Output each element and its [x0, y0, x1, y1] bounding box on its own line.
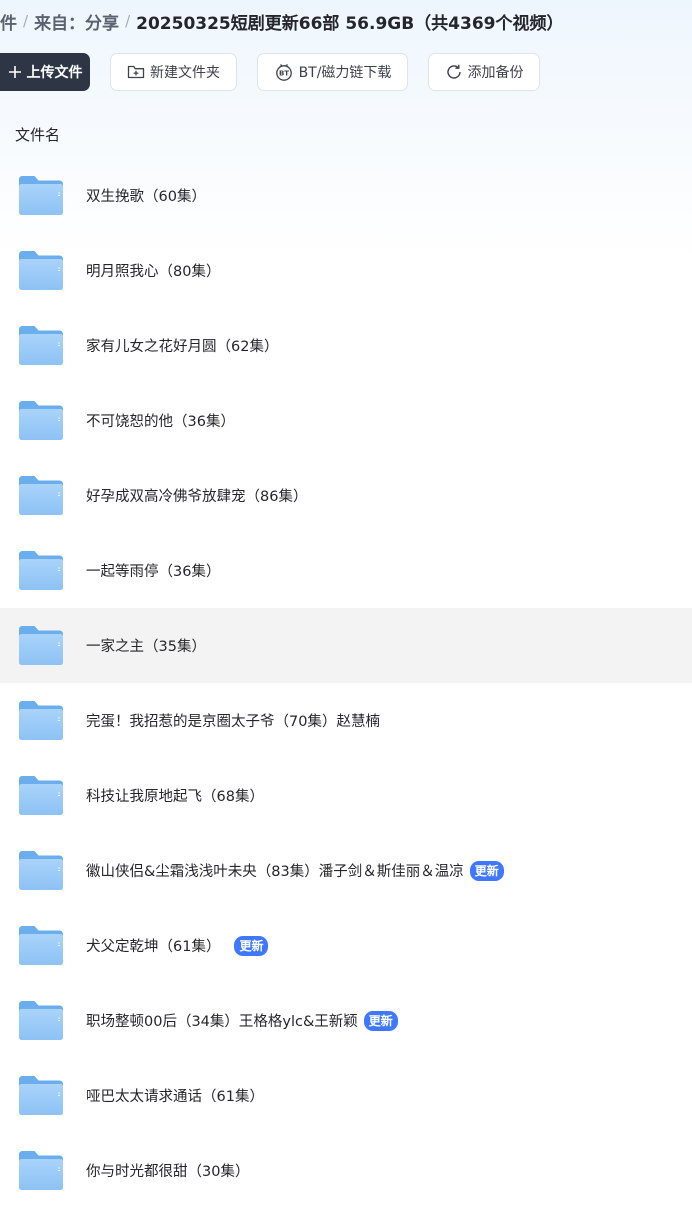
folder-name[interactable]: 一家之主（35集） [86, 635, 206, 656]
folder-name[interactable]: 你与时光都很甜（30集） [86, 1160, 249, 1181]
file-name-cell: 一起等雨停（36集） [86, 533, 220, 608]
file-list-row[interactable]: 你与时光都很甜（30集） [0, 1133, 692, 1208]
folder-icon [18, 474, 64, 516]
file-list-row[interactable]: 科技让我原地起飞（68集） [0, 758, 692, 833]
file-name-cell: 完蛋！我招惹的是京圈太子爷（70集）赵慧楠 [86, 683, 380, 758]
add-backup-button[interactable]: 添加备份 [428, 53, 540, 91]
new-folder-label: 新建文件夹 [150, 65, 220, 81]
folder-name[interactable]: 好孕成双高冷佛爷放肆宠（86集） [86, 485, 307, 506]
folder-name[interactable]: 职场整顿00后（34集）王格格ylc&王新颖 [86, 1010, 358, 1031]
file-list-row[interactable]: 职场整顿00后（34集）王格格ylc&王新颖 更新 [0, 983, 692, 1058]
file-name-cell: 你与时光都很甜（30集） [86, 1133, 249, 1208]
breadcrumb-item-shared[interactable]: 来自：分享 [34, 9, 119, 34]
folder-name[interactable]: 双生挽歌（60集） [86, 185, 206, 206]
folder-icon [18, 324, 64, 366]
file-name-cell: 家有儿女之花好月圆（62集） [86, 308, 278, 383]
file-list-row[interactable]: 一起等雨停（36集） [0, 533, 692, 608]
file-list-row[interactable]: 徽山侠侣&尘霜浅浅叶未央（83集）潘子剑＆斯佳丽＆温凉 更新 [0, 833, 692, 908]
file-name-cell: 科技让我原地起飞（68集） [86, 758, 264, 833]
folder-name[interactable]: 一起等雨停（36集） [86, 560, 220, 581]
file-list-row[interactable]: 一家之主（35集） [0, 608, 692, 683]
file-name-cell: 明月照我心（80集） [86, 233, 220, 308]
folder-icon [18, 1074, 64, 1116]
file-list-row[interactable]: 犬父定乾坤（61集） 更新 [0, 908, 692, 983]
breadcrumb-separator: / [23, 12, 29, 30]
file-list: 双生挽歌（60集） 明月照我心（80集） 家有儿女之花好月圆（62集） 不可饶恕的他（… [0, 158, 692, 1208]
update-badge: 更新 [234, 935, 269, 956]
folder-name[interactable]: 不可饶恕的他（36集） [86, 410, 235, 431]
file-list-row[interactable]: 明月照我心（80集） [0, 233, 692, 308]
file-name-cell: 一家之主（35集） [86, 608, 206, 683]
breadcrumb: 件 / 来自：分享 / 20250325短剧更新66部 56.9GB（共4369… [0, 8, 564, 34]
file-list-row[interactable]: 不可饶恕的他（36集） [0, 383, 692, 458]
breadcrumb-item-files[interactable]: 件 [0, 9, 17, 34]
file-name-cell: 徽山侠侣&尘霜浅浅叶未央（83集）潘子剑＆斯佳丽＆温凉 更新 [86, 833, 504, 908]
file-list-row[interactable]: 哑巴太太请求通话（61集） [0, 1058, 692, 1133]
file-list-row[interactable]: 完蛋！我招惹的是京圈太子爷（70集）赵慧楠 [0, 683, 692, 758]
folder-icon [18, 1149, 64, 1191]
file-list-row[interactable]: 家有儿女之花好月圆（62集） [0, 308, 692, 383]
folder-icon [18, 774, 64, 816]
svg-text:BT: BT [279, 70, 289, 78]
file-name-cell: 不可饶恕的他（36集） [86, 383, 235, 458]
folder-icon [18, 849, 64, 891]
folder-name[interactable]: 家有儿女之花好月圆（62集） [86, 335, 278, 356]
folder-name[interactable]: 徽山侠侣&尘霜浅浅叶未央（83集）潘子剑＆斯佳丽＆温凉 [86, 860, 464, 881]
file-name-cell: 职场整顿00后（34集）王格格ylc&王新颖 更新 [86, 983, 398, 1058]
folder-icon [18, 249, 64, 291]
bt-download-label: BT/磁力链下载 [298, 65, 392, 81]
folder-name[interactable]: 科技让我原地起飞（68集） [86, 785, 264, 806]
file-name-cell: 双生挽歌（60集） [86, 158, 206, 233]
folder-plus-icon [127, 64, 145, 80]
update-badge: 更新 [469, 860, 504, 881]
bt-magnet-download-button[interactable]: BT BT/磁力链下载 [257, 53, 408, 91]
folder-icon [18, 549, 64, 591]
new-folder-button[interactable]: 新建文件夹 [110, 53, 237, 91]
add-backup-label: 添加备份 [467, 65, 524, 81]
bt-icon: BT [274, 63, 294, 81]
file-name-cell: 哑巴太太请求通话（61集） [86, 1058, 264, 1133]
upload-file-button[interactable]: 上传文件 [0, 53, 90, 91]
breadcrumb-separator: / [125, 12, 131, 30]
file-list-row[interactable]: 好孕成双高冷佛爷放肆宠（86集） [0, 458, 692, 533]
file-list-row[interactable]: 双生挽歌（60集） [0, 158, 692, 233]
folder-name[interactable]: 犬父定乾坤（61集） [86, 935, 220, 956]
column-header-filename[interactable]: 文件名 [15, 124, 60, 145]
update-badge: 更新 [363, 1010, 398, 1031]
breadcrumb-current-folder: 20250325短剧更新66部 56.9GB（共4369个视频） [136, 13, 564, 34]
folder-name[interactable]: 哑巴太太请求通话（61集） [86, 1085, 264, 1106]
folder-icon [18, 699, 64, 741]
plus-icon [8, 65, 22, 79]
folder-name[interactable]: 明月照我心（80集） [86, 260, 220, 281]
file-name-cell: 犬父定乾坤（61集） 更新 [86, 908, 269, 983]
folder-icon [18, 624, 64, 666]
folder-icon [18, 999, 64, 1041]
file-name-cell: 好孕成双高冷佛爷放肆宠（86集） [86, 458, 307, 533]
folder-icon [18, 399, 64, 441]
folder-icon [18, 174, 64, 216]
folder-name[interactable]: 完蛋！我招惹的是京圈太子爷（70集）赵慧楠 [86, 710, 380, 731]
upload-file-label: 上传文件 [26, 65, 83, 81]
folder-icon [18, 924, 64, 966]
sync-icon [445, 63, 463, 81]
